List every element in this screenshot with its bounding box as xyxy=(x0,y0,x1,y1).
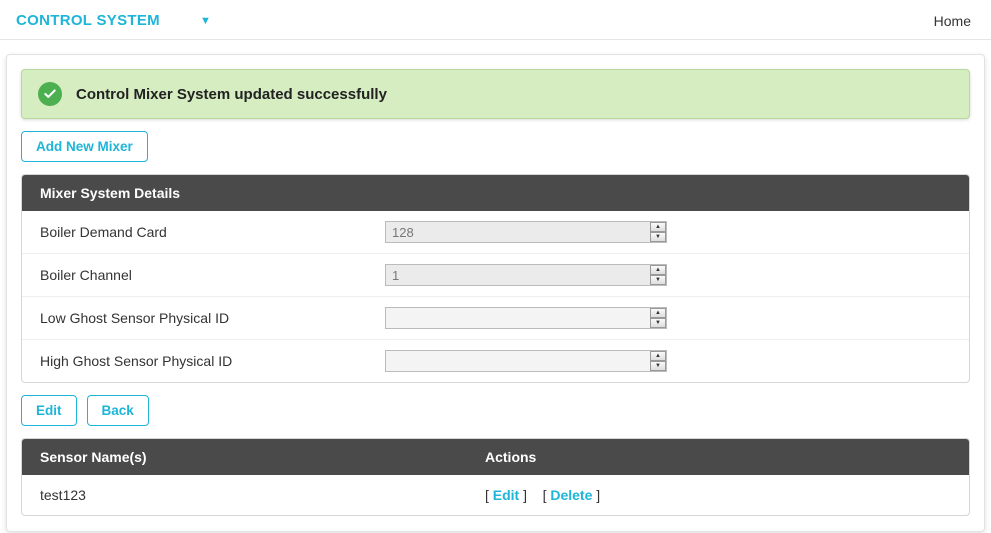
alert-message: Control Mixer System updated successfull… xyxy=(76,86,387,103)
col-header-name: Sensor Name(s) xyxy=(40,449,485,465)
low-ghost-row: Low Ghost Sensor Physical ID ▲ ▼ xyxy=(22,297,969,340)
panel-title: Mixer System Details xyxy=(22,175,969,211)
boiler-channel-label: Boiler Channel xyxy=(40,267,385,283)
mixer-details-panel: Mixer System Details Boiler Demand Card … xyxy=(21,174,970,383)
high-ghost-row: High Ghost Sensor Physical ID ▲ ▼ xyxy=(22,340,969,382)
spinner-up-icon[interactable]: ▲ xyxy=(650,308,666,318)
spinner-up-icon[interactable]: ▲ xyxy=(650,265,666,275)
spinner-down-icon[interactable]: ▼ xyxy=(650,232,666,242)
boiler-channel-input[interactable] xyxy=(385,264,667,286)
row-delete-link[interactable]: Delete xyxy=(550,487,592,503)
action-buttons-row: Edit Back xyxy=(21,395,970,426)
nav-dropdown-icon[interactable]: ▼ xyxy=(200,15,211,27)
high-ghost-input[interactable] xyxy=(385,350,667,372)
check-circle-icon xyxy=(38,82,62,106)
spinner-down-icon[interactable]: ▼ xyxy=(650,275,666,285)
low-ghost-label: Low Ghost Sensor Physical ID xyxy=(40,310,385,326)
high-ghost-input-wrap: ▲ ▼ xyxy=(385,350,667,372)
boiler-demand-card-input[interactable] xyxy=(385,221,667,243)
spinner-controls: ▲ ▼ xyxy=(650,265,666,285)
low-ghost-input-wrap: ▲ ▼ xyxy=(385,307,667,329)
add-mixer-row: Add New Mixer xyxy=(21,131,970,162)
spinner-up-icon[interactable]: ▲ xyxy=(650,222,666,232)
sensor-name-cell: test123 xyxy=(40,487,485,503)
edit-button[interactable]: Edit xyxy=(21,395,77,426)
table-row: test123 [ Edit ] [ Delete ] xyxy=(22,475,969,515)
table-header: Sensor Name(s) Actions xyxy=(22,439,969,475)
boiler-demand-card-input-wrap: ▲ ▼ xyxy=(385,221,667,243)
bracket-open: [ xyxy=(485,487,493,503)
success-alert: Control Mixer System updated successfull… xyxy=(21,69,970,119)
boiler-channel-row: Boiler Channel ▲ ▼ xyxy=(22,254,969,297)
back-button[interactable]: Back xyxy=(87,395,149,426)
high-ghost-label: High Ghost Sensor Physical ID xyxy=(40,353,385,369)
nav-left: CONTROL SYSTEM ▼ xyxy=(16,12,211,29)
add-new-mixer-button[interactable]: Add New Mixer xyxy=(21,131,148,162)
boiler-demand-card-row: Boiler Demand Card ▲ ▼ xyxy=(22,211,969,254)
sensor-table: Sensor Name(s) Actions test123 [ Edit ] … xyxy=(21,438,970,516)
spinner-up-icon[interactable]: ▲ xyxy=(650,351,666,361)
spinner-controls: ▲ ▼ xyxy=(650,351,666,371)
page-content: Control Mixer System updated successfull… xyxy=(0,40,991,532)
bracket-close: ] xyxy=(592,487,600,503)
boiler-channel-input-wrap: ▲ ▼ xyxy=(385,264,667,286)
boiler-demand-card-label: Boiler Demand Card xyxy=(40,224,385,240)
home-link[interactable]: Home xyxy=(934,13,971,29)
content-box: Control Mixer System updated successfull… xyxy=(6,54,985,532)
spinner-controls: ▲ ▼ xyxy=(650,308,666,328)
low-ghost-input[interactable] xyxy=(385,307,667,329)
spinner-controls: ▲ ▼ xyxy=(650,222,666,242)
spinner-down-icon[interactable]: ▼ xyxy=(650,318,666,328)
col-header-actions: Actions xyxy=(485,449,951,465)
bracket-close: ] xyxy=(519,487,527,503)
row-edit-link[interactable]: Edit xyxy=(493,487,519,503)
brand-title: CONTROL SYSTEM xyxy=(16,12,160,29)
spinner-down-icon[interactable]: ▼ xyxy=(650,361,666,371)
top-nav: CONTROL SYSTEM ▼ Home xyxy=(0,0,991,40)
sensor-actions-cell: [ Edit ] [ Delete ] xyxy=(485,487,951,503)
